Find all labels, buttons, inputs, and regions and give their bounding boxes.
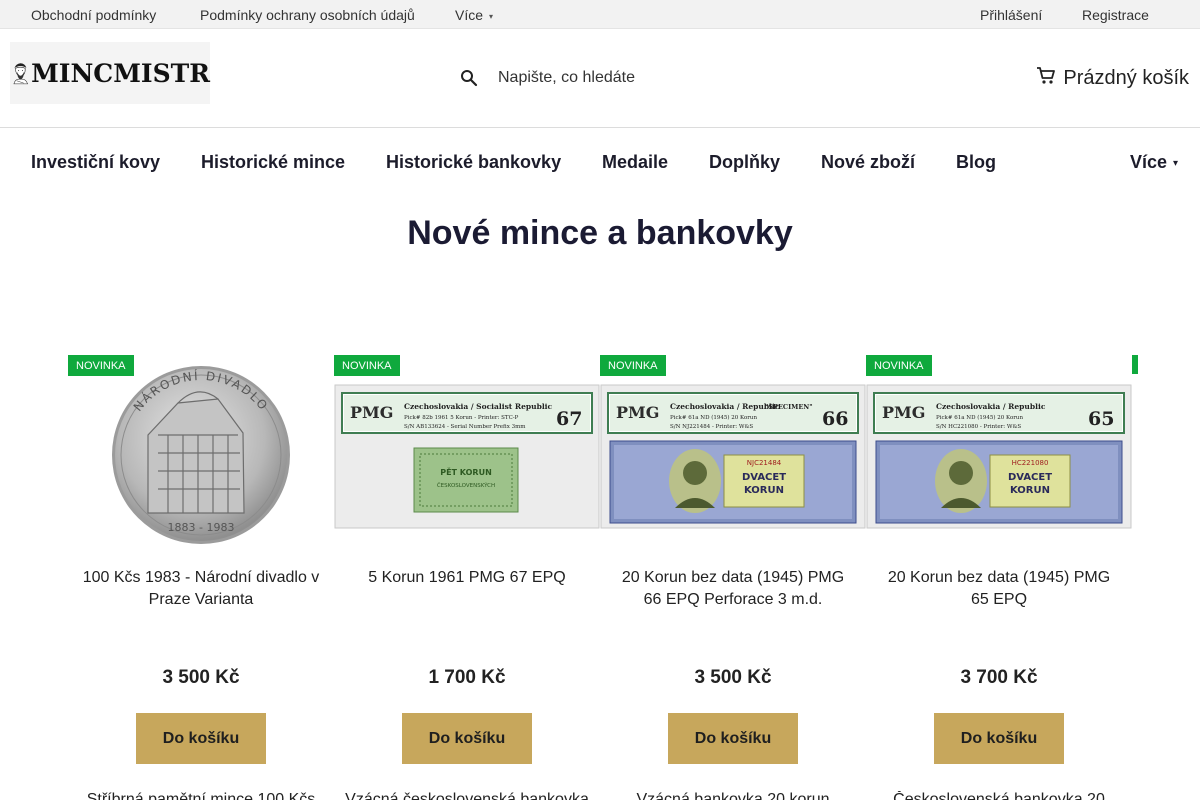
note-text: KORUN bbox=[744, 485, 784, 496]
slab-line3: S/N HC221080 - Printer: W&S bbox=[936, 424, 1021, 430]
product-card: NOVINKA PMG Czechoslovakia / Republic Pi… bbox=[866, 355, 1132, 800]
new-badge: NOVINKA bbox=[334, 355, 400, 376]
product-price: 3 700 Kč bbox=[960, 667, 1038, 688]
section-title: Nové mince a bankovky bbox=[407, 214, 793, 252]
nav-item-medals[interactable]: Medaile bbox=[602, 152, 668, 173]
chevron-down-icon: ▾ bbox=[489, 12, 494, 21]
slab-title: Czechoslovakia / Republic bbox=[936, 402, 1046, 411]
note-text: ČESKOSLOVENSKÝCH bbox=[437, 482, 495, 489]
privacy-link[interactable]: Podmínky ochrany osobních údajů bbox=[200, 7, 415, 23]
main-navigation: Investiční kovy Historické mince Histori… bbox=[0, 128, 1200, 196]
note-text: KORUN bbox=[1010, 485, 1050, 496]
add-to-cart-button[interactable]: Do košíku bbox=[934, 713, 1064, 764]
slab-grade: 65 bbox=[1088, 408, 1114, 430]
slab-stamp: "SPECIMEN" bbox=[765, 403, 813, 411]
cart-button[interactable]: Prázdný košík bbox=[1036, 65, 1189, 91]
nav-item-accessories[interactable]: Doplňky bbox=[709, 152, 780, 173]
chevron-down-icon: ▾ bbox=[1172, 158, 1178, 169]
nav-more-label: Více bbox=[1129, 152, 1167, 172]
product-card-partial bbox=[1132, 355, 1138, 800]
note-text: PĚT KORUN bbox=[440, 466, 492, 477]
add-to-cart-button[interactable]: Do košíku bbox=[402, 713, 532, 764]
product-name[interactable]: 100 Kčs 1983 - Národní divadlo v Praze V… bbox=[80, 567, 322, 611]
pmg-logo: PMG bbox=[350, 403, 393, 422]
new-badge: NOVINKA bbox=[68, 355, 134, 376]
next-row-product-name[interactable]: Vzácná československá bankovka bbox=[334, 791, 600, 800]
register-link[interactable]: Registrace bbox=[1082, 7, 1149, 23]
topbar-more-label: Více bbox=[455, 7, 484, 23]
product-card: NOVINKA PMG Czechoslovakia / Socialist R… bbox=[334, 355, 600, 800]
product-card: NOVINKA PMG Czechoslovakia / Republic "S… bbox=[600, 355, 866, 800]
search-box[interactable]: Napište, co hledáte bbox=[460, 65, 720, 91]
nav-item-more[interactable]: Více ▾ bbox=[1130, 152, 1178, 173]
nav-item-historic-banknotes[interactable]: Historické bankovky bbox=[386, 152, 561, 173]
slab-line3: S/N NJ221484 - Printer: W&S bbox=[670, 424, 753, 430]
cart-icon bbox=[1036, 65, 1056, 91]
note-text: DVACET bbox=[742, 472, 786, 483]
product-name[interactable]: 20 Korun bez data (1945) PMG 65 EPQ bbox=[878, 567, 1120, 611]
product-carousel: NOVINKA NÁRODNÍ DIVADLO 1883 - 1983 100 … bbox=[68, 355, 1138, 800]
new-badge: NOVINKA bbox=[600, 355, 666, 376]
product-price: 1 700 Kč bbox=[428, 667, 506, 688]
slab-line3: S/N AB133624 - Serial Number Prefix 3mm bbox=[404, 424, 526, 430]
product-name[interactable]: 20 Korun bez data (1945) PMG 66 EPQ Perf… bbox=[612, 567, 854, 611]
nav-item-investment-metals[interactable]: Investiční kovy bbox=[31, 152, 160, 173]
logo-wordmark: MINCMISTR bbox=[31, 58, 210, 88]
site-header: MINCMISTR Napište, co hledáte Prázdný ko… bbox=[0, 29, 1200, 128]
search-input[interactable]: Napište, co hledáte bbox=[498, 69, 635, 87]
coin-years: 1883 - 1983 bbox=[168, 521, 235, 534]
new-badge: NOVINKA bbox=[866, 355, 932, 376]
note-serial: NJC21484 bbox=[747, 459, 782, 467]
slab-title: Czechoslovakia / Republic bbox=[670, 402, 780, 411]
product-card: NOVINKA NÁRODNÍ DIVADLO 1883 - 1983 100 … bbox=[68, 355, 334, 800]
terms-link[interactable]: Obchodní podmínky bbox=[31, 7, 156, 23]
slab-title: Czechoslovakia / Socialist Republic bbox=[404, 402, 553, 411]
pmg-logo: PMG bbox=[616, 403, 659, 422]
next-row-product-name[interactable]: Vzácná bankovka 20 korun bbox=[600, 791, 866, 800]
next-row-product-name[interactable]: Československá bankovka 20 bbox=[866, 791, 1132, 800]
mintmaster-portrait-icon bbox=[13, 63, 28, 85]
cart-label: Prázdný košík bbox=[1063, 66, 1189, 89]
product-image-banknote[interactable]: PMG Czechoslovakia / Republic Pick# 61a … bbox=[866, 363, 1132, 553]
add-to-cart-button[interactable]: Do košíku bbox=[668, 713, 798, 764]
product-image-coin[interactable]: NÁRODNÍ DIVADLO 1883 - 1983 bbox=[68, 363, 334, 553]
pmg-logo: PMG bbox=[882, 403, 925, 422]
login-link[interactable]: Přihlášení bbox=[980, 7, 1042, 23]
nav-item-historic-coins[interactable]: Historické mince bbox=[201, 152, 345, 173]
search-icon bbox=[460, 69, 478, 87]
slab-line2: Pick# 61a ND (1945) 20 Korun bbox=[936, 414, 1023, 421]
product-image-banknote[interactable]: PMG Czechoslovakia / Republic "SPECIMEN"… bbox=[600, 363, 866, 553]
note-text: DVACET bbox=[1008, 472, 1052, 483]
product-price: 3 500 Kč bbox=[162, 667, 240, 688]
nav-item-new-goods[interactable]: Nové zboží bbox=[821, 152, 915, 173]
nav-item-blog[interactable]: Blog bbox=[956, 152, 996, 173]
product-name[interactable]: 5 Korun 1961 PMG 67 EPQ bbox=[346, 567, 588, 589]
topbar-more-link[interactable]: Více ▾ bbox=[455, 7, 493, 23]
slab-line2: Pick# 61a ND (1945) 20 Korun bbox=[670, 414, 757, 421]
slab-line2: Pick# 82b 1961 5 Korun - Printer: STC-P bbox=[404, 415, 519, 421]
new-badge-partial bbox=[1132, 355, 1138, 374]
add-to-cart-button[interactable]: Do košíku bbox=[136, 713, 266, 764]
site-logo[interactable]: MINCMISTR bbox=[10, 42, 210, 104]
next-row-product-name[interactable]: Stříbrná pamětní mince 100 Kčs bbox=[68, 791, 334, 800]
product-price: 3 500 Kč bbox=[694, 667, 772, 688]
top-utility-bar: Obchodní podmínky Podmínky ochrany osobn… bbox=[0, 0, 1200, 29]
note-serial: HC221080 bbox=[1012, 459, 1049, 467]
slab-grade: 67 bbox=[556, 408, 582, 430]
slab-grade: 66 bbox=[822, 408, 848, 430]
product-image-banknote[interactable]: PMG Czechoslovakia / Socialist Republic … bbox=[334, 363, 600, 553]
